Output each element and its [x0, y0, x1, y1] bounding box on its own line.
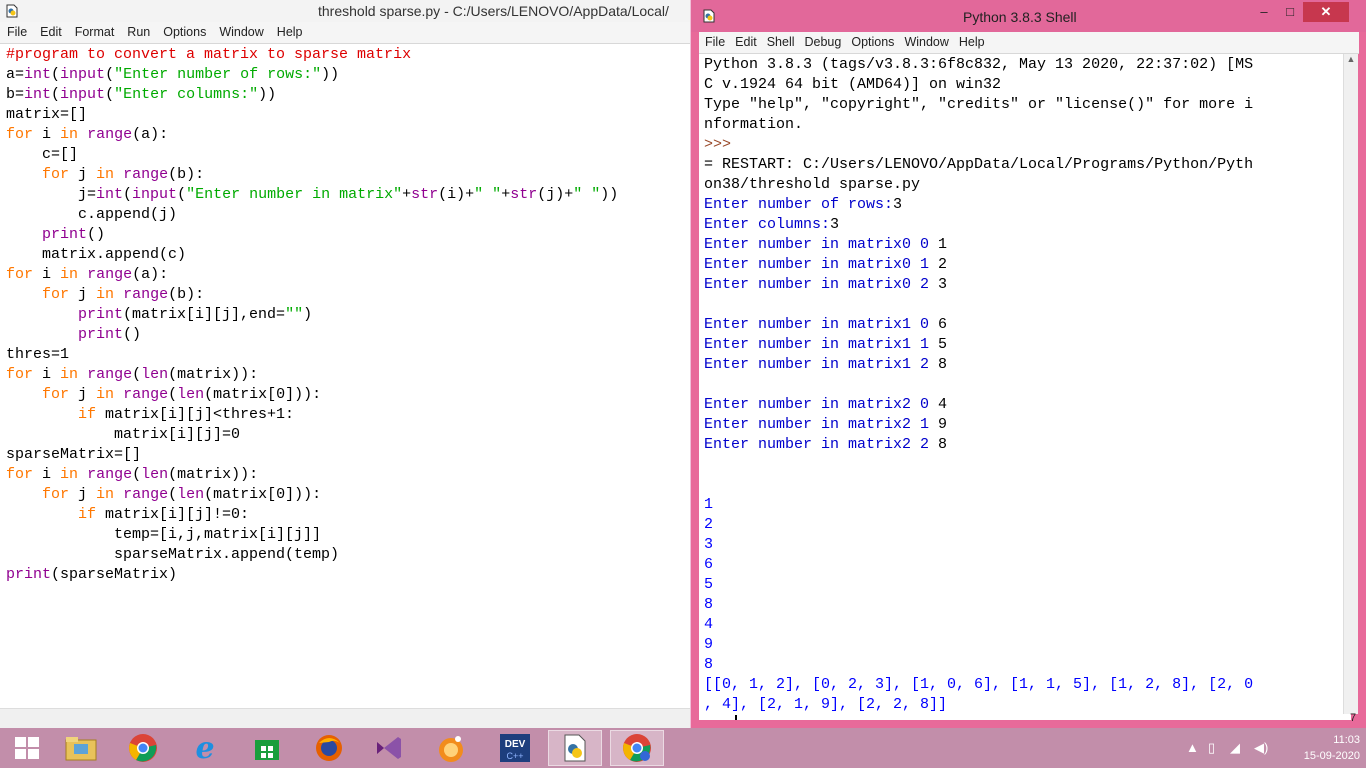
- shell-title-bar[interactable]: Python 3.8.3 Shell – □ ✕: [691, 0, 1366, 32]
- menu-format[interactable]: Format: [68, 22, 121, 44]
- editor-title: threshold sparse.py - C:/Users/LENOVO/Ap…: [318, 3, 669, 19]
- close-button[interactable]: ✕: [1303, 2, 1349, 22]
- tray-network-icon[interactable]: ▯: [1208, 740, 1215, 756]
- menu-window[interactable]: Window: [898, 32, 952, 54]
- menu-help[interactable]: Help: [270, 22, 309, 44]
- scroll-position: 7: [1350, 712, 1357, 724]
- editor-menu-bar: File Edit Format Run Options Window Help: [0, 22, 690, 44]
- menu-window[interactable]: Window: [212, 22, 269, 44]
- python-idle-taskbar-icon[interactable]: [548, 730, 602, 766]
- python-idle-icon: [703, 9, 715, 23]
- chrome-icon[interactable]: [116, 730, 170, 766]
- store-icon[interactable]: [240, 730, 294, 766]
- svg-text:C++: C++: [506, 751, 523, 761]
- windows-start-icon[interactable]: [0, 730, 54, 766]
- maximize-button[interactable]: □: [1277, 2, 1303, 22]
- menu-debug[interactable]: Debug: [799, 32, 846, 54]
- menu-options[interactable]: Options: [156, 22, 212, 44]
- visual-studio-icon[interactable]: [362, 730, 416, 766]
- code-editor[interactable]: #program to convert a matrix to sparse m…: [6, 45, 690, 705]
- shell-window: Python 3.8.3 Shell – □ ✕ File Edit Shell De…: [691, 0, 1366, 728]
- menu-file[interactable]: File: [0, 22, 33, 44]
- media-player-icon[interactable]: [424, 730, 478, 766]
- chrome-profile-icon[interactable]: [610, 730, 664, 766]
- menu-help[interactable]: Help: [953, 32, 989, 54]
- taskbar: e DEV C++ ▲ ▯ ◢ ◀) 11:03 15-09-2020: [0, 728, 1366, 768]
- tray-chevron-icon[interactable]: ▲: [1186, 740, 1199, 755]
- python-idle-icon: [6, 4, 18, 18]
- menu-run[interactable]: Run: [120, 22, 156, 44]
- internet-explorer-icon[interactable]: e: [178, 730, 232, 766]
- shell-output[interactable]: Python 3.8.3 (tags/v3.8.3:6f8c832, May 1…: [699, 54, 1351, 720]
- menu-edit[interactable]: Edit: [729, 32, 761, 54]
- menu-edit[interactable]: Edit: [33, 22, 68, 44]
- editor-horizontal-scrollbar[interactable]: [0, 708, 690, 728]
- editor-window: threshold sparse.py - C:/Users/LENOVO/Ap…: [0, 0, 690, 728]
- file-explorer-icon[interactable]: [54, 730, 108, 766]
- menu-options[interactable]: Options: [845, 32, 898, 54]
- svg-text:DEV: DEV: [505, 739, 526, 750]
- tray-clock[interactable]: 11:03 15-09-2020: [1290, 732, 1360, 764]
- minimize-button[interactable]: –: [1251, 2, 1277, 22]
- text-cursor: [735, 715, 738, 720]
- menu-shell[interactable]: Shell: [761, 32, 799, 54]
- firefox-icon[interactable]: [302, 730, 356, 766]
- editor-title-bar[interactable]: threshold sparse.py - C:/Users/LENOVO/Ap…: [0, 0, 690, 22]
- menu-file[interactable]: File: [699, 32, 729, 54]
- shell-title: Python 3.8.3 Shell: [963, 9, 1077, 25]
- shell-menu-bar: File Edit Shell Debug Options Window Help: [699, 32, 1359, 54]
- dev-cpp-icon[interactable]: DEV C++: [488, 730, 542, 766]
- shell-vertical-scrollbar[interactable]: ▲: [1343, 54, 1358, 714]
- clock-time: 11:03: [1333, 734, 1360, 746]
- tray-signal-icon[interactable]: ◢: [1230, 740, 1240, 756]
- clock-date: 15-09-2020: [1303, 750, 1360, 762]
- tray-volume-icon[interactable]: ◀): [1254, 740, 1268, 756]
- scroll-up-icon[interactable]: ▲: [1344, 54, 1358, 64]
